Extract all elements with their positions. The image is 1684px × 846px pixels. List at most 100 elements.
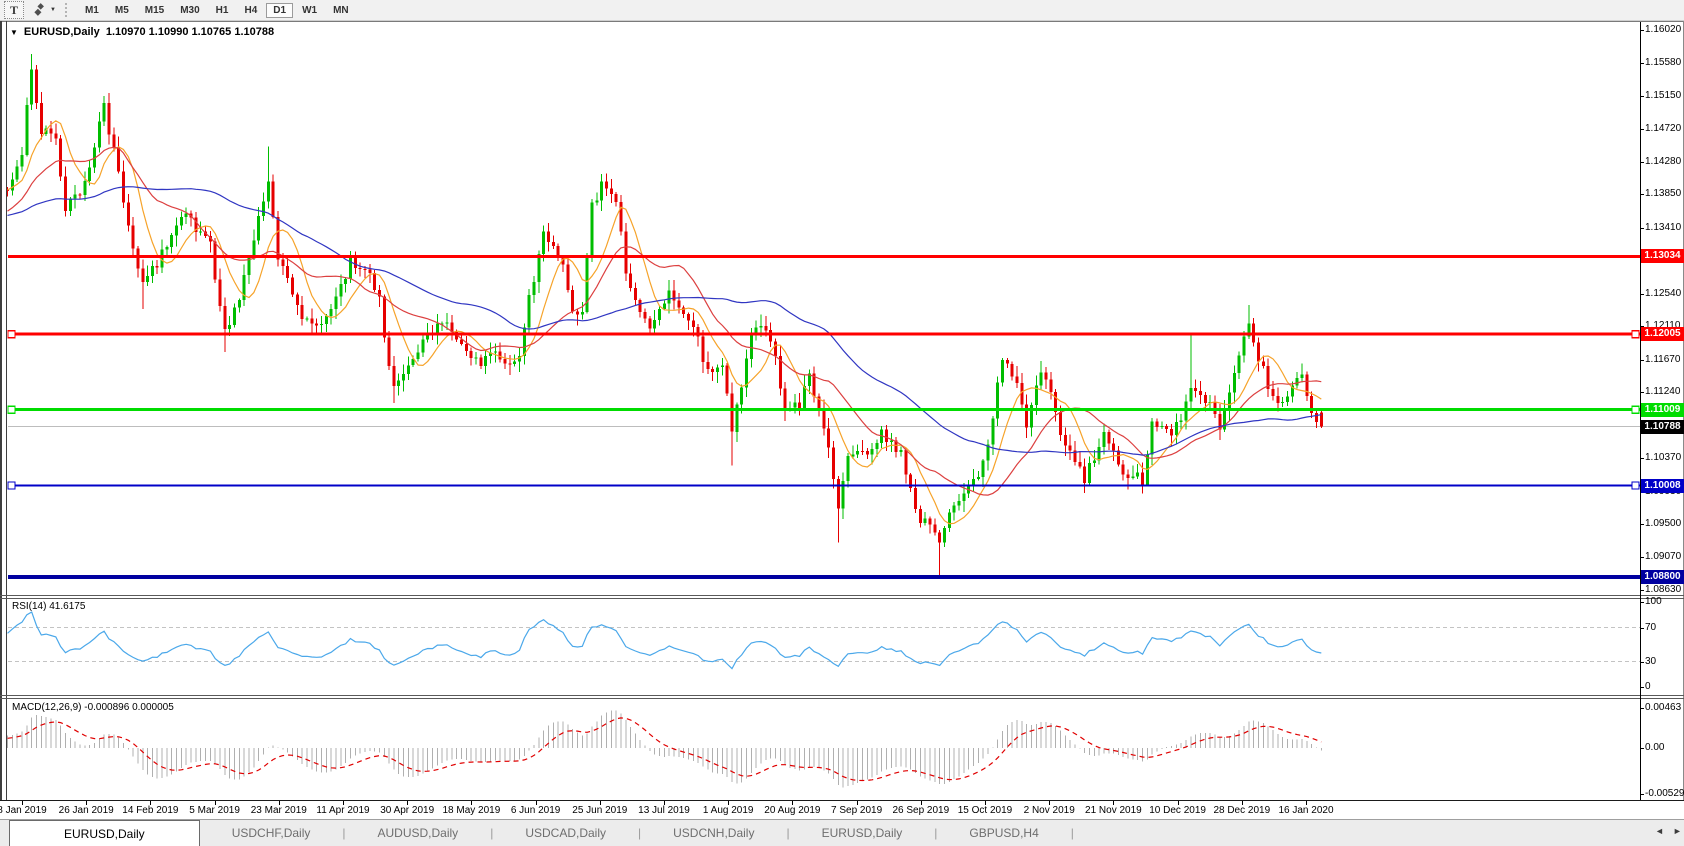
- price-axis-tick: [1640, 96, 1644, 97]
- price-axis-label: 1.11670: [1645, 354, 1680, 366]
- price-axis-tick: [1640, 524, 1644, 525]
- price-axis-label: 1.14720: [1645, 123, 1681, 135]
- price-axis[interactable]: 1.16020 1.15580 1.15150 1.14720 1.14280 1.138…: [1641, 22, 1684, 800]
- hline-handle[interactable]: [8, 482, 15, 489]
- price-axis-tick: [1640, 228, 1644, 229]
- timeframe-button-h4[interactable]: H4: [237, 3, 264, 18]
- macd-canvas[interactable]: [7, 699, 1640, 800]
- chart-tab-usdcnh-daily[interactable]: USDCNH,Daily: [641, 820, 786, 846]
- chart-tab-eurusd-daily[interactable]: EURUSD,Daily: [790, 820, 935, 846]
- toolbar: T ▼ M1M5M15M30H1H4D1W1MN: [0, 0, 1684, 21]
- rsi-axis-tick: [1640, 662, 1644, 663]
- macd-axis-label: 0.00463: [1645, 702, 1681, 714]
- date-axis-label: 16 Jan 2020: [1266, 805, 1346, 816]
- rsi-axis-label: 70: [1645, 622, 1656, 634]
- price-axis-tick: [1640, 194, 1644, 195]
- price-axis-label: 1.13850: [1645, 188, 1681, 200]
- tab-scroll-right-icon[interactable]: ►: [1673, 826, 1682, 836]
- price-axis-label: 1.11240: [1645, 386, 1680, 398]
- chart-tab-gbpusd-h4[interactable]: GBPUSD,H4: [937, 820, 1070, 846]
- rsi-axis-tick: [1640, 687, 1644, 688]
- arrows-tool-button[interactable]: ▼: [32, 2, 56, 18]
- ohlc-close: 1.10788: [234, 26, 274, 38]
- chart-tab-bar: EURUSD,DailyUSDCHF,Daily|AUDUSD,Daily|US…: [0, 819, 1684, 846]
- price-axis-label: 1.15150: [1645, 90, 1681, 102]
- macd-axis-label: -0.005299: [1645, 788, 1684, 800]
- timeframe-button-d1[interactable]: D1: [266, 3, 293, 18]
- price-axis-tick: [1640, 30, 1644, 31]
- ohlc-open: 1.10970: [106, 26, 146, 38]
- price-axis-label: 1.10370: [1645, 452, 1681, 464]
- chart-tab-usdcad-daily[interactable]: USDCAD,Daily: [493, 820, 638, 846]
- toolbar-drag-handle[interactable]: [65, 3, 67, 17]
- price-axis-label: 1.08630: [1645, 584, 1681, 596]
- chevron-down-icon: ▼: [50, 7, 56, 13]
- rsi-axis-label: 0: [1645, 681, 1651, 693]
- timeframe-group: M1M5M15M30H1H4D1W1MN: [77, 3, 357, 18]
- price-axis-tick: [1640, 129, 1644, 130]
- price-axis-tick: [1640, 360, 1644, 361]
- price-level-badge: 1.13034: [1641, 249, 1684, 263]
- pane-separator[interactable]: [0, 595, 1684, 596]
- price-axis-label: 1.09070: [1645, 551, 1681, 563]
- timeframe-button-w1[interactable]: W1: [295, 3, 324, 18]
- timeframe-button-mn[interactable]: MN: [326, 3, 356, 18]
- price-axis-tick: [1640, 557, 1644, 558]
- price-axis-label: 1.12540: [1645, 288, 1681, 300]
- price-level-badge: 1.11009: [1641, 403, 1684, 417]
- symbol-dropdown-icon[interactable]: ▼: [10, 28, 18, 37]
- hline-handle[interactable]: [1632, 331, 1639, 338]
- hline-handle[interactable]: [8, 331, 15, 338]
- price-level-badge: 1.08800: [1641, 570, 1684, 584]
- timeframe-button-m30[interactable]: M30: [173, 3, 206, 18]
- rsi-axis-label: 100: [1645, 596, 1662, 608]
- pane-separator[interactable]: [0, 695, 1684, 696]
- macd-axis-tick: [1640, 748, 1644, 749]
- price-axis-tick: [1640, 392, 1644, 393]
- rsi-axis-tick: [1640, 602, 1644, 603]
- price-axis-tick: [1640, 458, 1644, 459]
- price-axis-label: 1.09500: [1645, 518, 1681, 530]
- tab-divider: |: [1071, 820, 1074, 846]
- price-axis-tick: [1640, 294, 1644, 295]
- price-axis-tick: [1640, 590, 1644, 591]
- chart-tab-usdchf-daily[interactable]: USDCHF,Daily: [200, 820, 343, 846]
- price-axis-label: 1.14280: [1645, 156, 1681, 168]
- hline-handle[interactable]: [1632, 482, 1639, 489]
- price-level-badge: 1.10788: [1641, 420, 1684, 434]
- date-axis[interactable]: 8 Jan 201926 Jan 201914 Feb 20195 Mar 20…: [0, 801, 1684, 818]
- trading-terminal: { "toolbar": { "text_tool_label": "T", "…: [0, 0, 1684, 845]
- tab-scroll-arrows: ◄►: [1646, 826, 1682, 836]
- arrows-tool-icon: [32, 3, 47, 17]
- text-label-tool-button[interactable]: T: [4, 1, 24, 19]
- price-level-badge: 1.12005: [1641, 327, 1684, 341]
- tab-scroll-left-icon[interactable]: ◄: [1655, 826, 1664, 836]
- macd-axis-tick: [1640, 794, 1644, 795]
- timeframe-button-m1[interactable]: M1: [78, 3, 106, 18]
- ohlc-high: 1.10990: [149, 26, 189, 38]
- chart-tab-eurusd-daily[interactable]: EURUSD,Daily: [9, 820, 200, 846]
- macd-indicator-label: MACD(12,26,9) -0.000896 0.000005: [12, 702, 174, 713]
- price-level-badge: 1.10008: [1641, 479, 1684, 493]
- macd-axis-tick: [1640, 708, 1644, 709]
- ohlc-low: 1.10765: [192, 26, 232, 38]
- rsi-axis-label: 30: [1645, 656, 1656, 668]
- main-chart-canvas[interactable]: [7, 22, 1640, 595]
- symbol-name: EURUSD,Daily: [24, 26, 100, 38]
- timeframe-button-h1[interactable]: H1: [209, 3, 236, 18]
- rsi-indicator-label: RSI(14) 41.6175: [12, 601, 85, 612]
- macd-axis-label: 0.00: [1645, 742, 1664, 754]
- rsi-axis-tick: [1640, 628, 1644, 629]
- timeframe-button-m5[interactable]: M5: [108, 3, 136, 18]
- chart-tab-audusd-daily[interactable]: AUDUSD,Daily: [346, 820, 491, 846]
- price-axis-label: 1.13410: [1645, 222, 1681, 234]
- chart-symbol-header: ▼ EURUSD,Daily 1.10970 1.10990 1.10765 1.…: [10, 26, 274, 38]
- hline-handle[interactable]: [8, 406, 15, 413]
- price-axis-tick: [1640, 63, 1644, 64]
- rsi-canvas[interactable]: [7, 599, 1640, 695]
- price-axis-tick: [1640, 162, 1644, 163]
- timeframe-button-m15[interactable]: M15: [138, 3, 171, 18]
- hline-handle[interactable]: [1632, 406, 1639, 413]
- price-axis-label: 1.15580: [1645, 57, 1681, 69]
- price-axis-label: 1.16020: [1645, 24, 1681, 36]
